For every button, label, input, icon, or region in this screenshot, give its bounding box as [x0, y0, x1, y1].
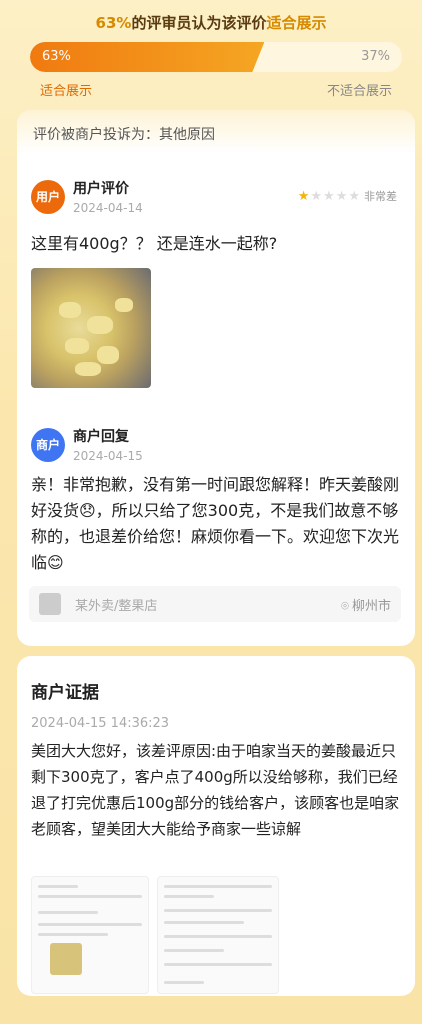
unsuitable-label: 不适合展示: [326, 84, 392, 99]
review-text: 这里有400g？？ 还是连水一起称?: [31, 234, 278, 253]
evidence-time: 2024-04-15 14:36:23: [31, 716, 170, 731]
store-location: ⌾ 柳州市: [341, 598, 391, 614]
merchant-reply-header: 商户 商户回复 2024-04-15: [31, 426, 143, 463]
star-icon: ★: [297, 188, 310, 204]
evidence-title: 商户证据: [31, 683, 99, 703]
merchant-reply-text: 亲！非常抱歉，没有第一时间跟您解释！昨天姜酸刚好没货😞，所以只给了您300克，不…: [31, 475, 400, 572]
vote-summary-title: 63%的评审员认为该评价适合展示: [0, 12, 422, 33]
reply-author: 商户回复: [73, 429, 129, 445]
star-rating: ★★★★★ 非常差: [298, 188, 397, 204]
review-date: 2024-04-14: [73, 201, 143, 215]
vote-title-highlight: 适合展示: [266, 14, 327, 32]
evidence-screenshot[interactable]: [31, 876, 149, 994]
vote-percent: 63%: [95, 14, 132, 32]
star-icon: ★: [310, 188, 323, 204]
location-pin-icon: ⌾: [341, 598, 349, 614]
star-icon: ★: [335, 188, 348, 204]
store-thumbnail: [39, 593, 61, 615]
suitable-percent: 63%: [42, 49, 71, 64]
star-icon: ★: [348, 188, 360, 204]
rating-text: 非常差: [364, 190, 397, 203]
merchant-avatar: 商户: [31, 427, 65, 462]
vote-title-text: 的评审员认为该评价: [131, 14, 267, 32]
user-avatar: 用户: [31, 179, 65, 214]
evidence-text: 美团大大您好，该差评原因:由于咱家当天的姜酸最近只剩下300克了，客户点了400…: [31, 742, 400, 838]
suitable-label: 适合展示: [40, 84, 93, 99]
evidence-screenshot[interactable]: [157, 876, 279, 994]
store-info[interactable]: 某外卖/整果店 ⌾ 柳州市: [29, 586, 401, 622]
store-name: 某外卖/整果店: [75, 598, 158, 614]
reply-date: 2024-04-15: [73, 449, 143, 463]
vote-progress-bar: 63% 37%: [30, 42, 402, 72]
review-author: 用户评价: [73, 181, 129, 197]
star-icon: ★: [323, 188, 335, 204]
evidence-card: 商户证据 2024-04-15 14:36:23 美团大大您好，该差评原因:由于…: [17, 656, 415, 996]
unsuitable-percent: 37%: [361, 49, 390, 64]
reviewer-header: 用户 用户评价 2024-04-14: [31, 178, 143, 215]
review-photo[interactable]: [31, 268, 151, 388]
complaint-reason: 评价被商户投诉为：其他原因: [17, 110, 415, 154]
review-card: 评价被商户投诉为：其他原因 用户 用户评价 2024-04-14 ★★★★★ 非…: [17, 110, 415, 646]
